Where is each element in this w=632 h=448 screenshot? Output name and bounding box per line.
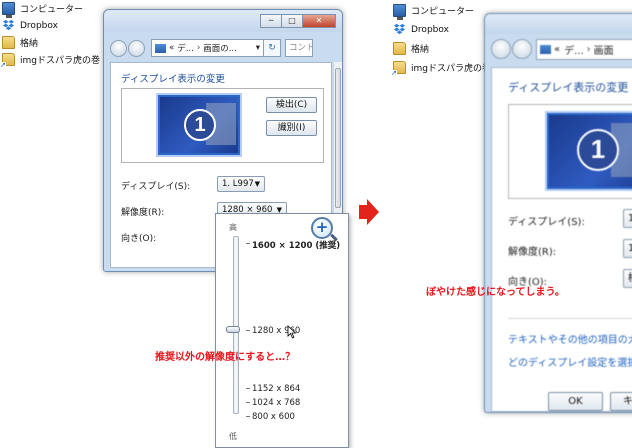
- desktop-item-folder[interactable]: 格納: [2, 34, 38, 51]
- folder-shortcut-icon: [0, 53, 15, 69]
- display-settings-link[interactable]: どのディスプレイ設定を選択: [508, 354, 632, 369]
- display-preview: 1: [508, 104, 632, 199]
- page-title: ディスプレイ表示の変更: [508, 81, 629, 94]
- desktop-item-label: imgドスパラ虎の巻: [411, 64, 491, 74]
- desktop-item-computer[interactable]: コンピューター: [393, 2, 475, 20]
- address-bar[interactable]: « デ... › 画面の... ▾: [151, 39, 264, 57]
- client-area: ディスプレイ表示の変更 1 ディスプレイ(S): 1. 解像度(R): 12 向…: [491, 67, 632, 412]
- resolution-select[interactable]: 12: [623, 239, 632, 258]
- display-select[interactable]: 1. L997 ▼: [217, 176, 265, 192]
- resolution-dropdown: 高 + 1600 × 1200 (推奨) 1280 x 960 1152 x 8…: [215, 213, 349, 448]
- control-panel-icon: [155, 43, 166, 53]
- ok-button[interactable]: OK: [548, 392, 603, 411]
- identify-button[interactable]: 識別(I): [266, 120, 317, 136]
- chevron-down-icon[interactable]: ▾: [256, 43, 260, 53]
- annotation-note-left: 推奨以外の解像度にすると…？: [155, 352, 296, 363]
- address-row: « デ... › 画面の... ▾ ↻ コント: [110, 38, 336, 58]
- address-row: « デ... › 画面: [491, 37, 632, 61]
- forward-button[interactable]: [512, 39, 532, 59]
- desktop-item-label: コンピューター: [411, 7, 475, 17]
- desktop-item-dropbox[interactable]: Dropbox: [393, 21, 449, 38]
- folder-icon: [393, 42, 406, 55]
- forward-button[interactable]: [128, 39, 145, 57]
- breadcrumb-separator: ›: [196, 43, 201, 53]
- breadcrumb-separator: ›: [586, 43, 591, 55]
- close-button[interactable]: ✕: [302, 14, 336, 28]
- desktop-item-label: Dropbox: [411, 24, 449, 35]
- resolution-option[interactable]: 800 x 600: [252, 412, 295, 422]
- breadcrumb-item[interactable]: 画面: [594, 42, 614, 57]
- resolution-label: 解像度(R):: [508, 247, 557, 258]
- control-panel-icon: [540, 44, 551, 54]
- slider-tick: [246, 416, 250, 417]
- chevron-down-icon: ▼: [254, 180, 260, 188]
- resolution-slider-track[interactable]: [233, 236, 239, 414]
- magnifier-icon: +: [311, 217, 333, 239]
- title-bar[interactable]: [485, 14, 632, 34]
- computer-icon: [393, 4, 406, 20]
- display-label: ディスプレイ(S):: [508, 217, 585, 228]
- breadcrumb-overflow[interactable]: «: [554, 44, 560, 55]
- cancel-button[interactable]: キャ: [610, 392, 632, 411]
- slider-tick: [246, 243, 250, 244]
- desktop-item-label: コンピューター: [20, 5, 84, 15]
- orientation-label: 向き(O):: [121, 234, 157, 244]
- desktop-item-computer[interactable]: コンピューター: [2, 0, 84, 18]
- caption-buttons: ─ □ ✕: [260, 14, 336, 28]
- resolution-option[interactable]: 1152 x 864: [252, 384, 300, 394]
- display-select[interactable]: 1.: [623, 209, 632, 228]
- desktop-item-folder[interactable]: 格納: [393, 40, 429, 57]
- desktop-item-label: Dropbox: [20, 20, 58, 31]
- desktop-item-dropbox[interactable]: Dropbox: [2, 17, 58, 34]
- folder-icon: [2, 36, 15, 49]
- resolution-option[interactable]: 1600 × 1200 (推奨): [252, 239, 340, 251]
- monitor-1[interactable]: 1: [158, 95, 240, 155]
- resolution-option[interactable]: 1024 x 768: [252, 398, 300, 408]
- divider: [508, 318, 632, 319]
- display-select-value: 1.: [628, 213, 632, 224]
- text-size-link[interactable]: テキストやその他の項目の大: [508, 331, 632, 346]
- display-label: ディスプレイ(S):: [121, 182, 191, 192]
- screen-resolution-window-right: « デ... › 画面 ディスプレイ表示の変更 1 ディスプレイ(S): 1. …: [484, 13, 632, 413]
- breadcrumb-item[interactable]: デ...: [564, 42, 584, 57]
- dropbox-icon: [2, 19, 15, 32]
- slider-tick: [246, 402, 250, 403]
- desktop-item-shortcut[interactable]: imgドスパラ虎の巻: [391, 59, 491, 77]
- slider-tick: [246, 330, 250, 331]
- search-input[interactable]: コント: [285, 39, 313, 57]
- high-label: 高: [229, 223, 237, 232]
- scrollbar-thumb[interactable]: [335, 68, 341, 208]
- breadcrumb-item[interactable]: デ...: [177, 42, 194, 54]
- low-label: 低: [229, 432, 237, 441]
- address-bar[interactable]: « デ... › 画面: [536, 38, 632, 60]
- maximize-button[interactable]: □: [281, 14, 303, 28]
- monitor-1[interactable]: 1: [547, 113, 632, 189]
- desktop-item-shortcut[interactable]: imgドスパラ虎の巻: [0, 51, 100, 69]
- back-button[interactable]: [110, 39, 127, 57]
- back-button[interactable]: [491, 39, 511, 59]
- orientation-select[interactable]: 横: [623, 269, 632, 288]
- annotation-note-right: ぼやけた感じになってしまう。: [426, 287, 565, 298]
- display-select-value: 1. L997: [222, 179, 254, 189]
- desktop-item-label: 格納: [20, 39, 39, 49]
- monitor-number: 1: [577, 129, 619, 171]
- resolution-select-value: 12: [628, 243, 632, 254]
- dropbox-icon: [393, 23, 406, 36]
- orientation-select-value: 横: [628, 273, 632, 284]
- breadcrumb-item[interactable]: 画面の...: [203, 42, 237, 54]
- minimize-button[interactable]: ─: [260, 14, 282, 28]
- page-title: ディスプレイ表示の変更: [121, 74, 225, 85]
- slider-tick: [246, 388, 250, 389]
- detect-button[interactable]: 検出(C): [266, 97, 317, 113]
- desktop-item-label: imgドスパラ虎の巻: [20, 56, 100, 66]
- resolution-label: 解像度(R):: [121, 208, 165, 218]
- computer-icon: [2, 2, 15, 18]
- folder-shortcut-icon: [391, 61, 406, 77]
- desktop-item-label: 格納: [411, 45, 430, 55]
- breadcrumb-overflow[interactable]: «: [169, 43, 174, 53]
- arrow-right-icon: [359, 199, 379, 225]
- refresh-icon[interactable]: ↻: [264, 39, 281, 57]
- monitor-number: 1: [184, 109, 216, 141]
- resolution-slider-thumb[interactable]: [226, 326, 240, 333]
